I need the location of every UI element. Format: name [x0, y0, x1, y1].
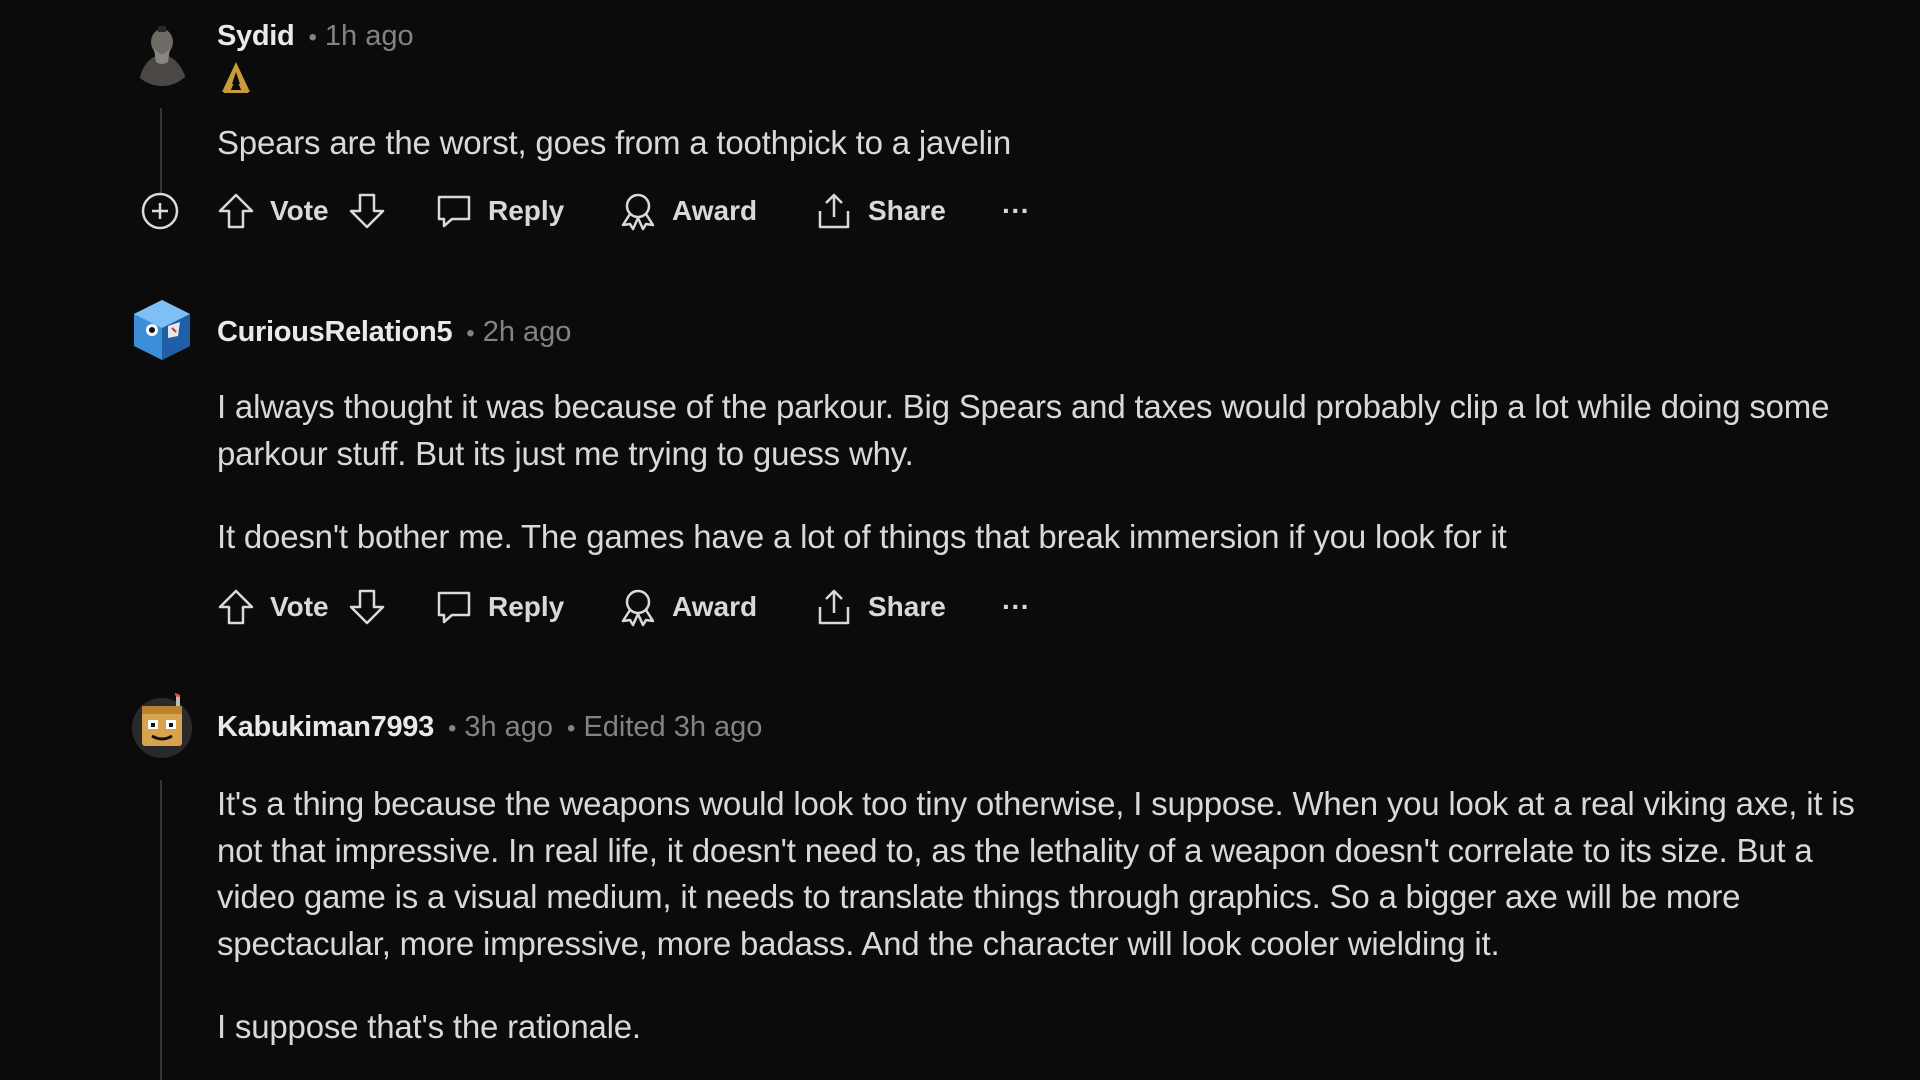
- avatar[interactable]: [128, 690, 196, 758]
- author-name[interactable]: Kabukiman7993: [217, 711, 434, 744]
- robot-box-avatar-icon: [128, 690, 196, 758]
- edited-label: Edited 3h ago: [583, 711, 763, 743]
- comment-meta: Kabukiman7993 • 3h ago • Edited 3h ago: [217, 711, 762, 744]
- timestamp[interactable]: 3h ago: [464, 711, 553, 744]
- thread-line[interactable]: [160, 780, 162, 1080]
- separator-dot: •: [447, 715, 457, 742]
- separator-dot: •: [567, 715, 576, 742]
- comment-paragraph: It's a thing because the weapons would l…: [217, 785, 1855, 962]
- comment-kabukiman7993: Kabukiman7993 • 3h ago • Edited 3h ago I…: [0, 0, 1920, 1080]
- comment-body: It's a thing because the weapons would l…: [217, 781, 1857, 1080]
- comment-thread: Sydid • 1h ago Spears are the worst, goe…: [0, 0, 1920, 1080]
- comment-paragraph: I suppose that's the rationale.: [217, 1008, 641, 1045]
